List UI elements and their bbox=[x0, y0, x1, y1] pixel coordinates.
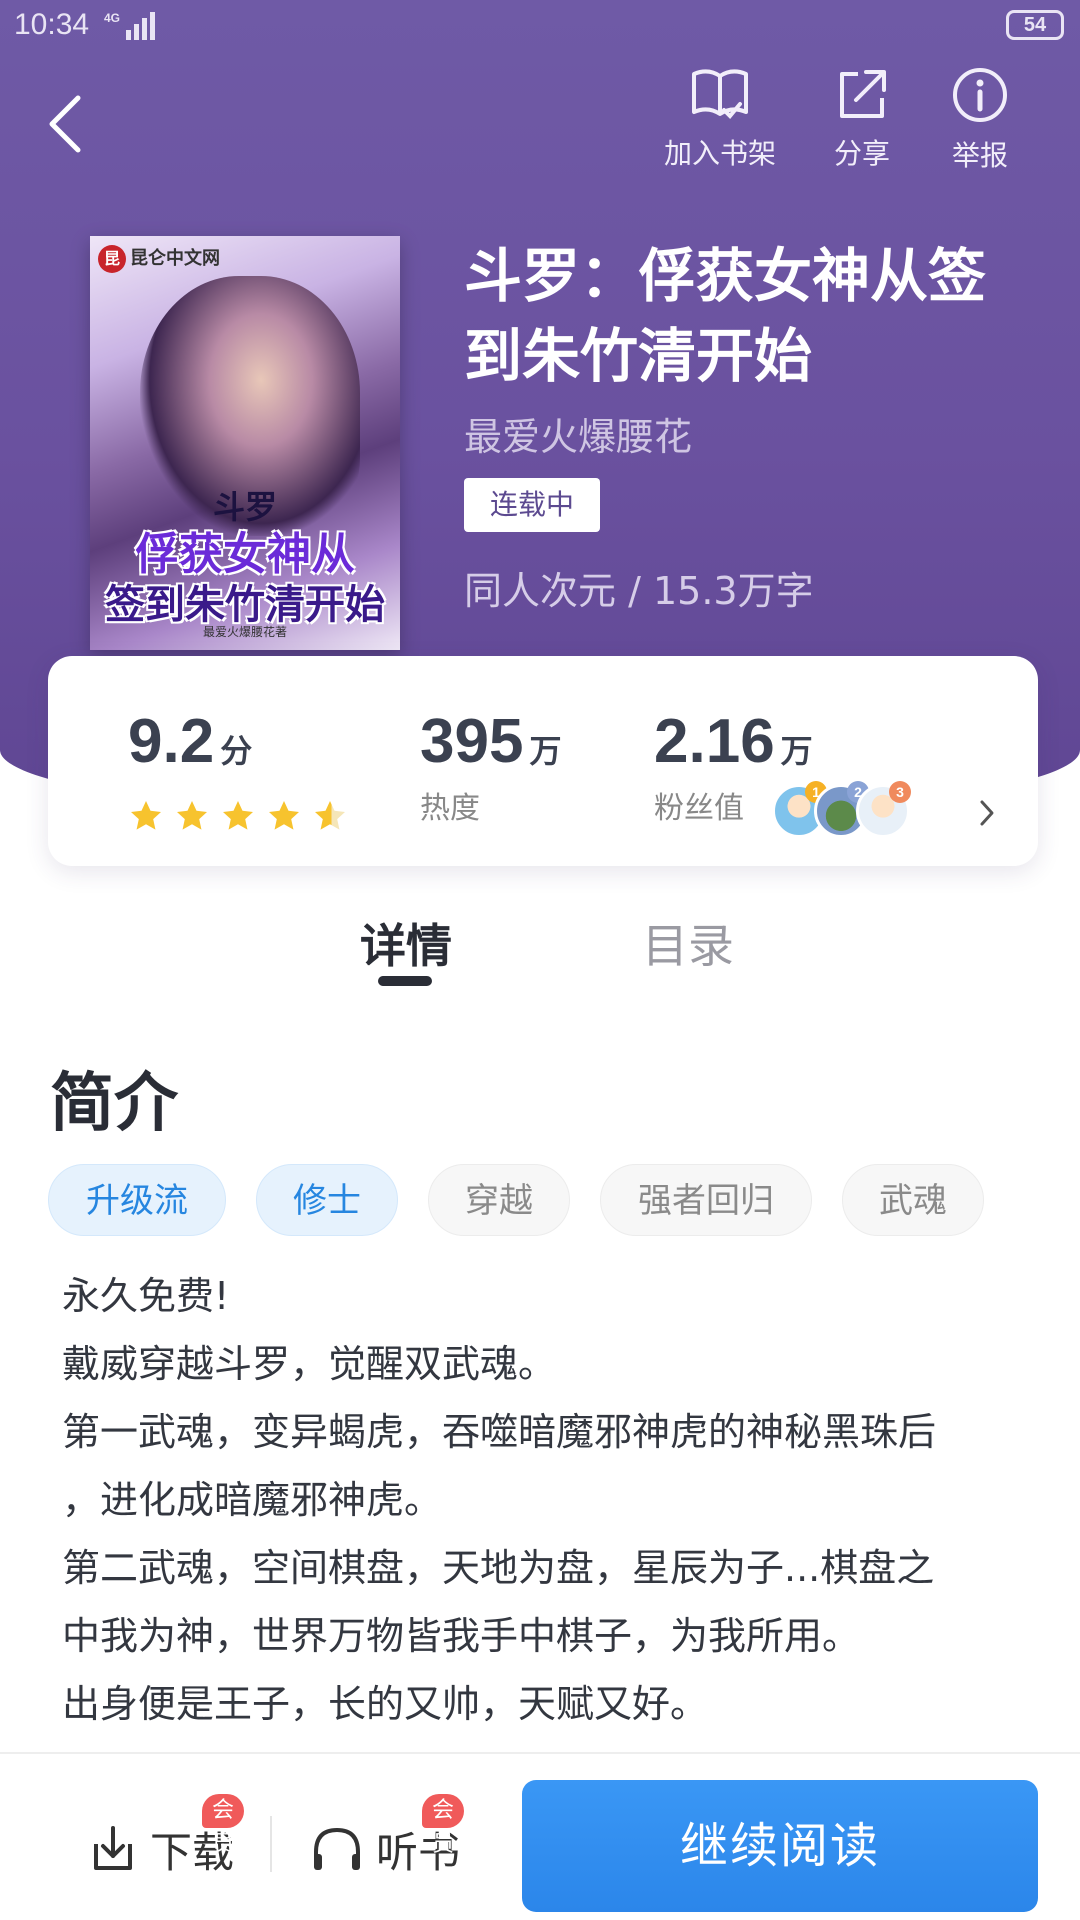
chevron-left-icon bbox=[49, 95, 81, 153]
bookshelf-icon bbox=[692, 69, 748, 119]
half-star-icon bbox=[315, 801, 345, 830]
add-to-bookshelf-button[interactable]: 加入书架 bbox=[660, 66, 780, 176]
star-icon bbox=[177, 801, 207, 830]
tab-detail[interactable]: 详情 bbox=[360, 910, 452, 976]
share-label: 分享 bbox=[833, 137, 890, 170]
signal-icon: 4G bbox=[104, 11, 155, 40]
network-type: 4G bbox=[104, 11, 120, 25]
rank-badge: 3 bbox=[889, 781, 911, 803]
stats-card: 9.2 分 395 万 热度 2.16 万 粉丝值 1 2 3 bbox=[48, 656, 1038, 866]
score-unit: 分 bbox=[220, 732, 253, 770]
bottom-separator bbox=[270, 1816, 272, 1872]
tab-active-indicator bbox=[378, 976, 432, 986]
intro-line: 永久免费! bbox=[62, 1274, 230, 1318]
bottom-action-bar: 下载 会员 听书 会员 继续阅读 bbox=[0, 1754, 1080, 1920]
report-label: 举报 bbox=[951, 139, 1008, 172]
tag-chip[interactable]: 修士 bbox=[256, 1164, 398, 1236]
fans-unit: 万 bbox=[780, 732, 813, 770]
bookshelf-label: 加入书架 bbox=[663, 137, 776, 170]
book-author[interactable]: 最爱火爆腰花 bbox=[464, 406, 692, 461]
score-value: 9.2 bbox=[128, 707, 215, 776]
star-icon bbox=[269, 801, 299, 830]
fans-avatar-group[interactable]: 1 2 3 bbox=[772, 781, 912, 840]
intro-line: 戴威穿越斗罗，觉醒双武魂。 bbox=[62, 1342, 557, 1386]
cover-publisher: 昆昆仑中文网 bbox=[98, 244, 220, 273]
download-button[interactable]: 下载 会员 bbox=[88, 1794, 245, 1884]
report-button[interactable]: 举报 bbox=[920, 66, 1040, 176]
intro-line: 出身便是王子，长的又帅，天赋又好。 bbox=[62, 1682, 709, 1726]
tab-catalog[interactable]: 目录 bbox=[642, 910, 734, 976]
share-button[interactable]: 分享 bbox=[802, 66, 922, 176]
rating-stars bbox=[128, 798, 348, 838]
cover-byline: 最爱火爆腰花著 bbox=[202, 625, 287, 639]
vip-badge: 会员 bbox=[202, 1794, 245, 1857]
intro-line: 中我为神，世界万物皆我手中棋子，为我所用。 bbox=[62, 1614, 861, 1658]
chevron-right-icon[interactable] bbox=[974, 794, 1000, 832]
score-stat: 9.2 分 bbox=[128, 706, 252, 777]
serial-status-badge: 连载中 bbox=[464, 478, 600, 532]
intro-line: 第一武魂，变异蝎虎，吞噬暗魔邪神虎的神秘黑珠后 bbox=[62, 1410, 937, 1454]
intro-line: ，进化成暗魔邪神虎。 bbox=[62, 1478, 443, 1522]
download-icon bbox=[94, 1826, 132, 1870]
star-icon bbox=[131, 801, 161, 830]
tag-chip[interactable]: 武魂 bbox=[842, 1164, 984, 1236]
battery-indicator: 54 bbox=[1006, 10, 1064, 40]
intro-line: 第二武魂，空间棋盘，天地为盘，星辰为子...棋盘之 bbox=[62, 1546, 935, 1590]
tag-chip[interactable]: 升级流 bbox=[48, 1164, 226, 1236]
back-button[interactable] bbox=[40, 88, 100, 158]
headphones-icon bbox=[314, 1827, 360, 1870]
star-icon bbox=[223, 801, 253, 830]
book-title: 斗罗：俘获女神从签到朱竹清开始 bbox=[464, 242, 987, 390]
tag-chip[interactable]: 穿越 bbox=[428, 1164, 570, 1236]
book-cover[interactable]: 昆昆仑中文网 斗罗 俘获女神从 签到朱竹清开始 最爱火爆腰花著 bbox=[90, 236, 400, 650]
fans-value: 2.16 bbox=[654, 707, 775, 776]
status-bar: 10:34 4G 54 bbox=[0, 0, 1080, 56]
listen-button[interactable]: 听书 会员 bbox=[310, 1794, 465, 1884]
intro-title: 简介 bbox=[50, 1066, 178, 1141]
avatar: 3 bbox=[856, 781, 911, 838]
continue-reading-button[interactable]: 继续阅读 bbox=[522, 1780, 1038, 1912]
tag-chip[interactable]: 强者回归 bbox=[600, 1164, 812, 1236]
heat-value: 395 bbox=[420, 707, 524, 776]
share-icon bbox=[840, 70, 886, 118]
heat-stat: 395 万 热度 bbox=[420, 706, 561, 827]
cover-title-line3: 签到朱竹清开始 bbox=[105, 582, 385, 628]
book-category-wordcount: 同人次元 / 15.3万字 bbox=[464, 569, 814, 613]
status-time: 10:34 bbox=[14, 8, 90, 41]
heat-label: 热度 bbox=[420, 791, 480, 826]
intro-text: 永久免费! 戴威穿越斗罗，觉醒双武魂。 第一武魂，变异蝎虎，吞噬暗魔邪神虎的神秘… bbox=[62, 1262, 1022, 1738]
info-icon bbox=[953, 68, 1007, 122]
heat-unit: 万 bbox=[529, 732, 562, 770]
vip-badge: 会员 bbox=[422, 1794, 465, 1857]
